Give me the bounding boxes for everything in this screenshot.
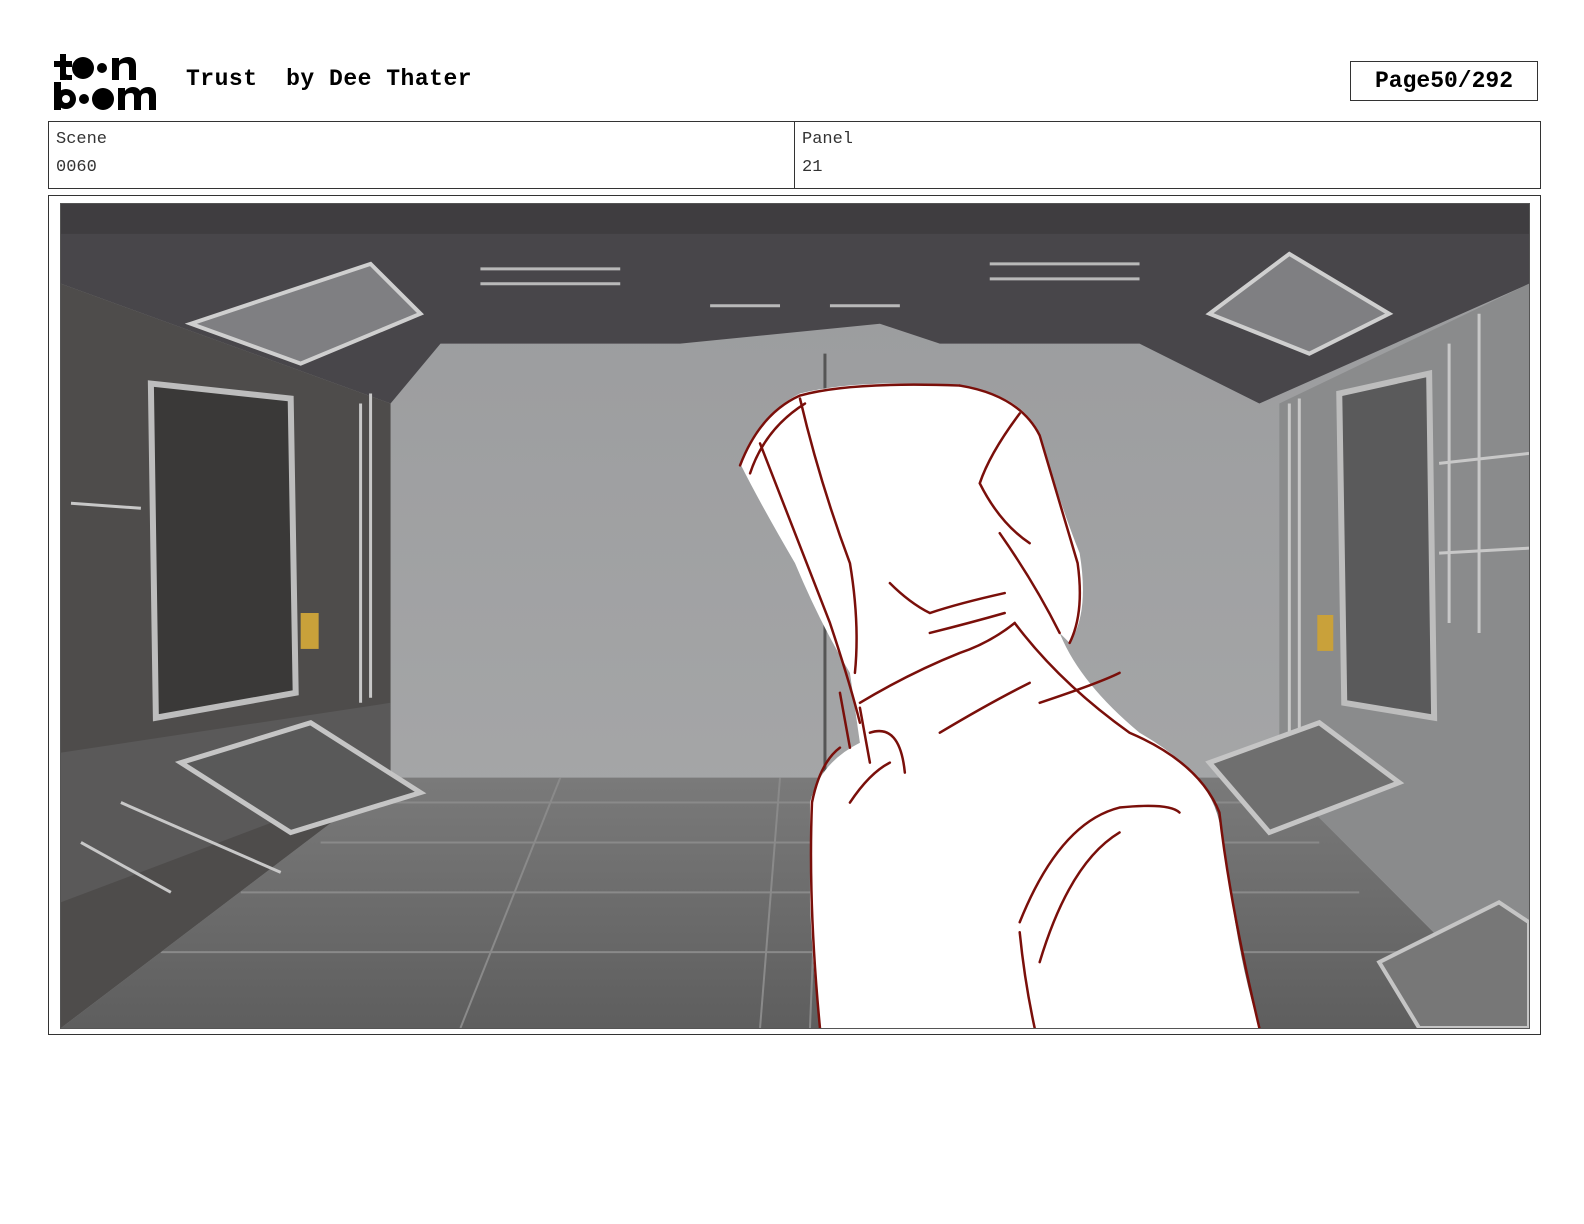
panel-cell: Panel 21 (794, 122, 1540, 188)
storyboard-title: Trust by Dee Thater (186, 66, 472, 92)
scene-label: Scene (56, 130, 108, 149)
panel-value: 21 (802, 158, 823, 177)
page-indicator: Page 50/292 (1350, 61, 1538, 101)
panel-info-table: Scene 0060 Panel 21 (48, 121, 1541, 189)
scene-cell: Scene 0060 (49, 122, 794, 188)
page-label: Page (1374, 68, 1431, 94)
author-credit: by Dee Thater (286, 66, 473, 92)
toon-boom-logo (52, 52, 164, 112)
scene-value: 0060 (56, 158, 97, 177)
storyboard-sketch (60, 203, 1530, 1029)
panel-label: Panel (802, 130, 854, 149)
page-number: 50/292 (1430, 68, 1514, 94)
project-title: Trust (186, 66, 258, 92)
